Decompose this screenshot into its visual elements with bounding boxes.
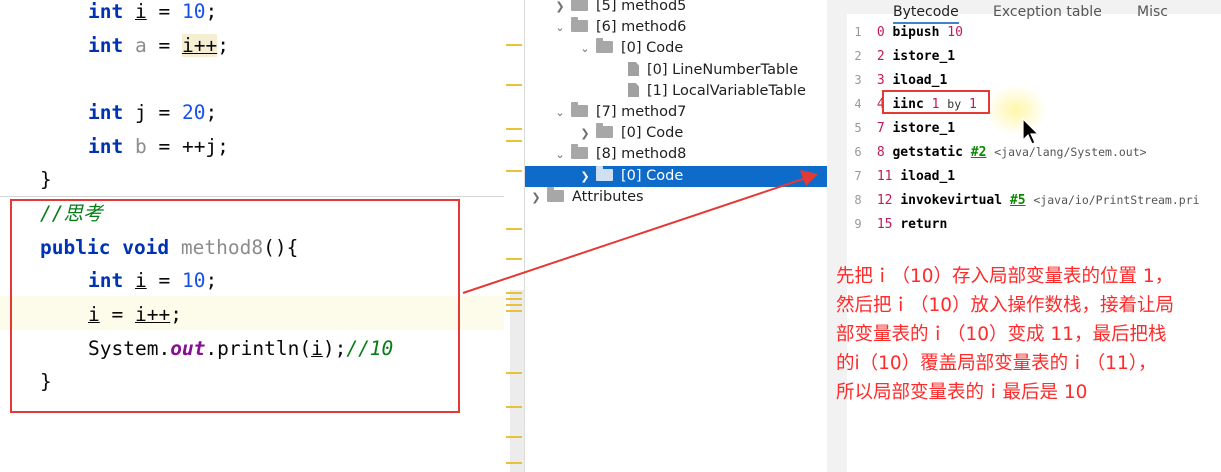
- bytecode-line: 2 2 istore_1: [854, 49, 956, 64]
- file-icon: [628, 62, 639, 76]
- warning-marker[interactable]: [506, 128, 522, 130]
- bytecode-line: 1 0 bipush 10: [854, 25, 963, 40]
- folder-icon: [547, 187, 564, 202]
- warning-marker[interactable]: [506, 292, 522, 294]
- tree-item-line-number-table[interactable]: [0] LineNumberTable: [628, 60, 798, 81]
- chevron-right-icon[interactable]: ❯: [529, 187, 543, 208]
- chevron-right-icon[interactable]: ❯: [553, 0, 567, 17]
- code-line-int-j: int j = 20;: [88, 101, 218, 124]
- chevron-right-icon[interactable]: ❯: [578, 123, 592, 144]
- tree-item-method7-code[interactable]: ❯ [0] Code: [578, 123, 683, 144]
- bytecode-line: 3 3 iload_1: [854, 73, 948, 88]
- chevron-down-icon[interactable]: ⌄: [553, 17, 567, 38]
- tab-exception-table[interactable]: Exception table: [993, 4, 1102, 20]
- annotation-line: 然后把ｉ（10）放入操作数栈，接着让局: [836, 295, 1175, 316]
- annotation-line: 的i（10）覆盖局部变量表的ｉ（11），: [836, 353, 1157, 374]
- annotation-line: 所以局部变量表的ｉ最后是 10: [836, 382, 1088, 403]
- warning-marker[interactable]: [506, 372, 522, 374]
- tab-misc[interactable]: Misc: [1137, 4, 1168, 20]
- method-separator: [0, 196, 524, 197]
- bytecode-line: 5 7 istore_1: [854, 121, 956, 136]
- iinc-highlight-box: [882, 90, 990, 114]
- warning-marker[interactable]: [506, 228, 522, 230]
- tree-item-attributes[interactable]: ❯ Attributes: [529, 187, 644, 208]
- editor-scrollbar[interactable]: [510, 290, 524, 472]
- folder-icon: [571, 0, 588, 11]
- constant-pool-link[interactable]: #2: [971, 145, 987, 160]
- code-line-int-i: int i = 10;: [88, 0, 218, 23]
- file-icon: [628, 83, 639, 97]
- tree-item-method6-code[interactable]: ⌄ [0] Code: [578, 38, 683, 59]
- folder-icon: [596, 166, 613, 181]
- warning-marker[interactable]: [506, 84, 522, 86]
- class-structure-tree[interactable]: ❯ [5] method5 ⌄ [6] method6 ⌄ [0] Code [0] …: [524, 0, 828, 472]
- tree-item-method6[interactable]: ⌄ [6] method6: [553, 17, 686, 38]
- code-line-int-b: int b = ++j;: [88, 135, 229, 158]
- folder-icon: [571, 17, 588, 32]
- explanation-annotation: 先把ｉ（10）存入局部变量表的位置 1， 然后把ｉ（10）放入操作数栈，接着让局…: [836, 262, 1216, 407]
- warning-marker[interactable]: [506, 310, 522, 312]
- code-editor[interactable]: int i = 10; int a = i++; int j = 20; int…: [0, 0, 524, 472]
- annotation-line: 部变量表的ｉ（10）变成 11，最后把栈: [836, 324, 1167, 345]
- code-line-close-brace: }: [40, 168, 52, 191]
- code-line-int-a: int a = i++;: [88, 34, 229, 57]
- code-highlight-box: [10, 199, 460, 413]
- chevron-down-icon[interactable]: ⌄: [553, 102, 567, 123]
- bytecode-line: 9 15 return: [854, 217, 948, 232]
- tree-item-local-variable-table[interactable]: [1] LocalVariableTable: [628, 81, 806, 102]
- folder-icon: [596, 38, 613, 53]
- warning-marker[interactable]: [506, 462, 522, 464]
- annotation-line: 先把ｉ（10）存入局部变量表的位置 1，: [836, 266, 1174, 287]
- bytecode-line: 6 8 getstatic #2 <java/lang/System.out>: [854, 145, 1147, 160]
- chevron-down-icon[interactable]: ⌄: [578, 38, 592, 59]
- warning-marker[interactable]: [506, 298, 522, 300]
- warning-marker[interactable]: [506, 170, 522, 172]
- tree-item-method8-code[interactable]: ❯ [0] Code: [578, 166, 683, 187]
- bytecode-line: 7 11 iload_1: [854, 169, 956, 184]
- constant-pool-link[interactable]: #5: [1010, 193, 1026, 208]
- bytecode-line: 8 12 invokevirtual #5 <java/io/PrintStre…: [854, 193, 1200, 208]
- chevron-right-icon[interactable]: ❯: [578, 166, 592, 187]
- folder-icon: [596, 123, 613, 138]
- warning-marker[interactable]: [506, 304, 522, 306]
- tree-item-method7[interactable]: ⌄ [7] method7: [553, 102, 686, 123]
- chevron-down-icon[interactable]: ⌄: [553, 144, 567, 165]
- warning-marker[interactable]: [506, 258, 522, 260]
- folder-icon: [571, 144, 588, 159]
- warning-marker[interactable]: [506, 436, 522, 438]
- folder-icon: [571, 102, 588, 117]
- tree-item-method8[interactable]: ⌄ [8] method8: [553, 144, 686, 165]
- mouse-cursor-icon: [1022, 118, 1040, 145]
- tree-item-method5[interactable]: ❯ [5] method5: [553, 0, 686, 17]
- warning-marker[interactable]: [506, 406, 522, 408]
- warning-marker[interactable]: [506, 44, 522, 46]
- warning-marker[interactable]: [506, 140, 522, 142]
